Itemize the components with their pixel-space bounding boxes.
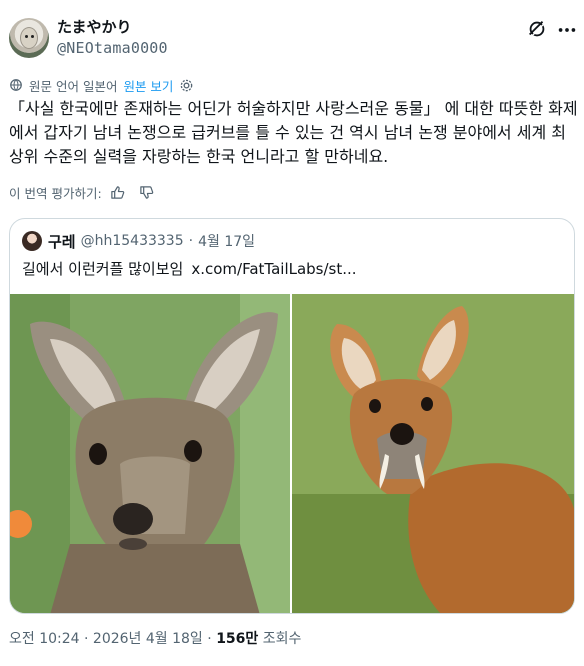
more-options-icon[interactable]	[556, 20, 578, 40]
tweet-text: 「사실 한국에만 존재하는 어딘가 허술하지만 사랑스러운 동물」 에 대한 따…	[9, 99, 578, 166]
translation-source-label: 원문 언어 일본어	[29, 78, 118, 94]
thumbs-up-icon[interactable]	[110, 185, 125, 200]
translate-globe-icon	[10, 79, 22, 91]
views-count: 156만	[216, 631, 259, 647]
author-display-name[interactable]: たまやかり	[57, 17, 132, 37]
quoted-tweet-card[interactable]: 구레 @hh15433335 · 4월 17일 길에서 이런커플 많이보임 x.c…	[9, 218, 575, 614]
quoted-tweet-link: x.com/FatTailLabs/st...	[191, 260, 357, 278]
translation-bar: 원문 언어 일본어 원본 보기	[9, 76, 194, 94]
quoted-media-grid	[10, 294, 574, 613]
avatar-eye	[31, 35, 34, 38]
avatar-face	[20, 27, 38, 49]
meta-separator: ·	[84, 631, 89, 647]
tweet-time[interactable]: 오전 10:24	[9, 631, 80, 647]
quoted-tweet-text: 길에서 이런커플 많이보임 x.com/FatTailLabs/st...	[22, 259, 357, 279]
quoted-tweet-body: 길에서 이런커플 많이보임	[22, 260, 184, 278]
quoted-tweet-date: 4월 17일	[198, 234, 256, 250]
author-avatar[interactable]	[9, 18, 49, 58]
tweet-date[interactable]: 2026년 4월 18일	[93, 631, 203, 647]
translation-settings-gear-icon[interactable]	[179, 78, 194, 93]
quoted-author-avatar	[22, 231, 42, 251]
quoted-header-separator: ·	[188, 233, 194, 249]
thumbs-down-icon[interactable]	[139, 185, 154, 200]
avatar-eye	[25, 35, 28, 38]
quoted-author-name: 구레	[48, 232, 76, 251]
quoted-author-handle: @hh15433335	[80, 233, 184, 249]
water-deer-illustration-right	[292, 294, 574, 613]
deer-illustration-left	[10, 294, 290, 613]
tweet-meta-row: 오전 10:24 · 2026년 4월 18일 · 156만 조회수	[9, 630, 301, 648]
grok-icon[interactable]	[526, 18, 548, 40]
rate-translation-row: 이 번역 평가하기:	[9, 183, 154, 201]
deer-photo-left[interactable]	[10, 294, 290, 613]
views-label: 조회수	[262, 631, 302, 647]
quoted-tweet-header: 구레 @hh15433335 · 4월 17일	[48, 231, 255, 251]
rate-translation-label: 이 번역 평가하기:	[9, 185, 102, 201]
show-original-link[interactable]: 원본 보기	[123, 76, 173, 95]
water-deer-photo-right[interactable]	[292, 294, 574, 613]
author-handle[interactable]: @NEOtama0000	[57, 38, 168, 58]
meta-separator: ·	[207, 631, 212, 647]
